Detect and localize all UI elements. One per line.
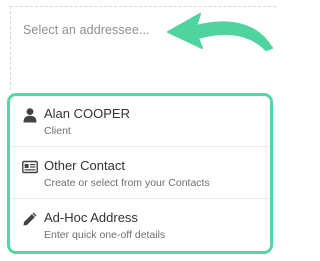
- option-client-subtitle: Client: [44, 125, 71, 137]
- option-adhoc-address[interactable]: Ad-Hoc Address Enter quick one-off detai…: [10, 200, 270, 251]
- person-icon: [23, 108, 37, 123]
- option-client[interactable]: Alan COOPER Client: [10, 96, 270, 147]
- pencil-icon: [23, 212, 37, 226]
- option-adhoc-address-title: Ad-Hoc Address: [44, 210, 138, 225]
- contact-card-icon: [22, 160, 38, 174]
- option-client-title: Alan COOPER: [44, 106, 130, 121]
- addressee-placeholder: Select an addressee...: [23, 23, 150, 37]
- option-other-contact-subtitle: Create or select from your Contacts: [44, 177, 210, 189]
- addressee-options-panel: Alan COOPER Client Other Contact Create …: [7, 93, 273, 254]
- option-other-contact-title: Other Contact: [44, 158, 125, 173]
- option-other-contact[interactable]: Other Contact Create or select from your…: [10, 148, 270, 199]
- curved-arrow-icon: [167, 13, 273, 51]
- option-adhoc-address-subtitle: Enter quick one-off details: [44, 229, 166, 241]
